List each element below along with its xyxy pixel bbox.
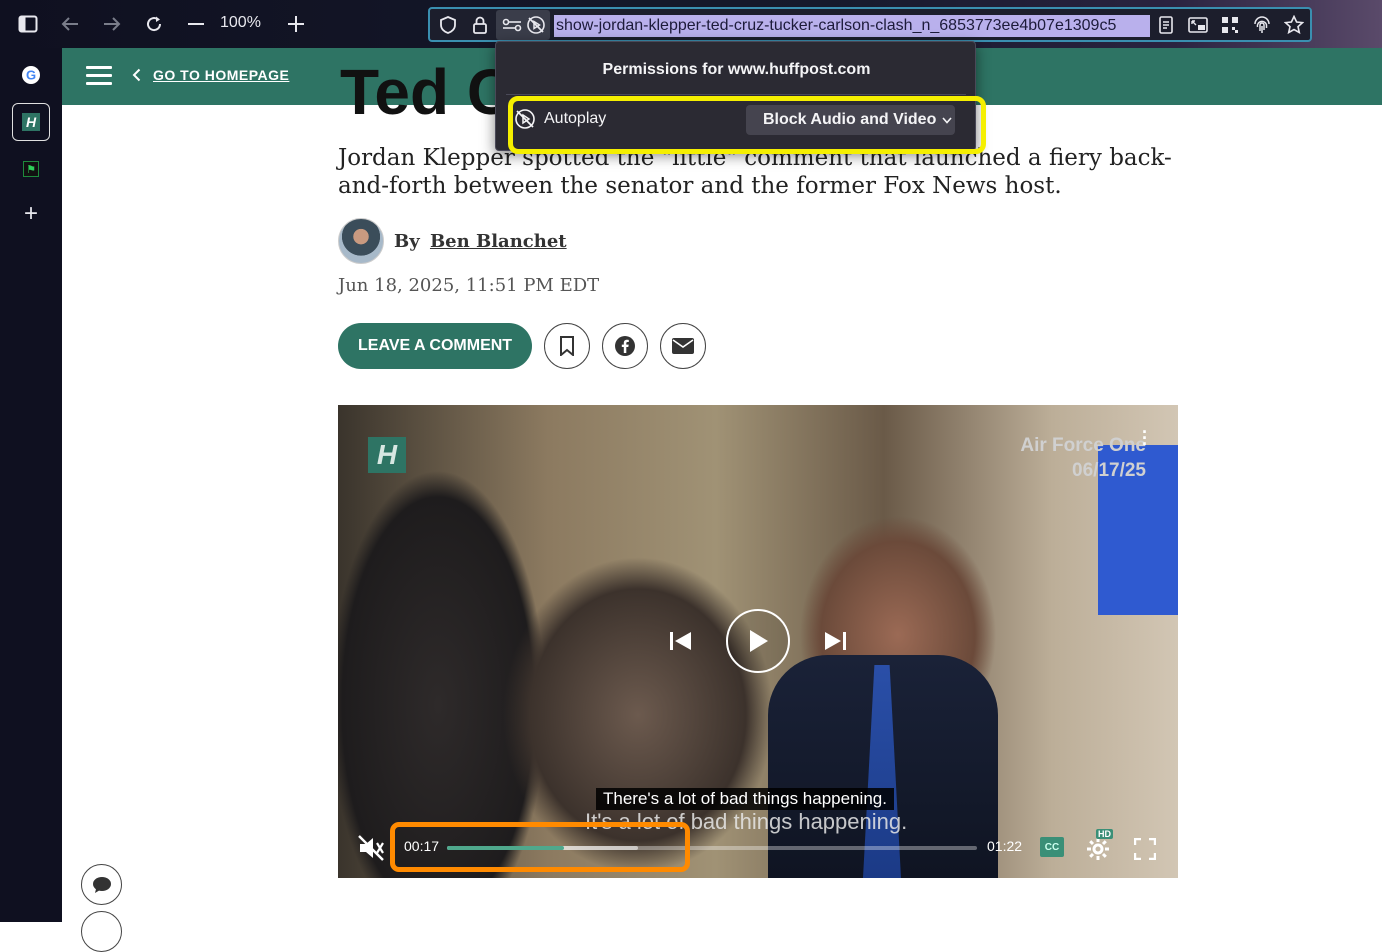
floating-comment-button[interactable] [81, 864, 122, 905]
bookmark-icon [560, 336, 575, 356]
qr-icon[interactable] [1216, 11, 1244, 39]
facebook-icon [615, 336, 636, 356]
autoplay-blocked-icon [522, 11, 550, 39]
zoom-out-icon[interactable] [182, 10, 210, 38]
playback-controls [668, 609, 848, 673]
back-icon[interactable] [56, 10, 84, 38]
permissions-title: Permissions for www.huffpost.com [602, 61, 871, 78]
author-link[interactable]: Ben Blanchet [430, 231, 567, 252]
previous-track-icon[interactable] [668, 630, 694, 652]
flag-app-icon[interactable]: ⚑ [12, 150, 50, 188]
google-tab-icon[interactable]: G [12, 56, 50, 94]
menu-icon[interactable] [86, 66, 112, 86]
play-button[interactable] [726, 609, 790, 673]
shield-icon[interactable] [434, 11, 462, 39]
zoom-in-icon[interactable] [282, 10, 310, 38]
url-bar[interactable]: show-jordan-klepper-ted-cruz-tucker-carl… [428, 7, 1312, 42]
video-location-line2: 06/17/25 [1072, 460, 1146, 481]
reader-view-icon[interactable] [1152, 11, 1180, 39]
play-icon [750, 630, 768, 652]
browser-sidebar: G H ⚑ + [0, 48, 62, 922]
bookmark-button[interactable] [544, 323, 591, 369]
autoplay-highlight [508, 96, 986, 154]
permissions-chip[interactable] [496, 10, 550, 40]
url-text[interactable]: show-jordan-klepper-ted-cruz-tucker-carl… [554, 15, 1150, 37]
email-share-button[interactable] [660, 323, 707, 369]
flag-glyph: ⚑ [23, 161, 39, 177]
lock-icon[interactable] [466, 11, 494, 39]
settings-gear-icon[interactable] [1086, 837, 1110, 861]
muted-speaker-icon[interactable] [356, 833, 386, 863]
chevron-left-icon [132, 68, 141, 82]
article-headline: Ted C [340, 56, 514, 128]
speech-bubble-icon [92, 876, 111, 893]
add-panel-icon[interactable]: + [12, 195, 50, 233]
hd-badge: HD [1096, 829, 1113, 839]
fullscreen-icon[interactable] [1134, 838, 1156, 860]
publish-date: Jun 18, 2025, 11:51 PM EDT [338, 275, 600, 296]
next-track-icon[interactable] [822, 630, 848, 652]
author-row: By Ben Blanchet [338, 217, 567, 265]
floating-secondary-button[interactable] [81, 911, 122, 952]
permissions-divider [506, 94, 966, 95]
huffpost-logo: H [22, 113, 40, 131]
home-link-label: GO TO HOMEPAGE [153, 67, 290, 83]
avatar [338, 218, 384, 264]
video-more-icon[interactable]: · · · [1142, 423, 1148, 453]
bookmark-star-icon[interactable] [1280, 11, 1308, 39]
svg-text:G: G [26, 68, 36, 83]
go-to-homepage-link[interactable]: GO TO HOMEPAGE [132, 67, 289, 83]
video-location-overlay: Air Force One 06/17/25 [1020, 433, 1146, 483]
video-player[interactable]: H Air Force One 06/17/25 · · · It's a lot … [338, 405, 1178, 878]
picture-in-picture-icon[interactable] [1184, 11, 1212, 39]
byline-prefix: By [394, 230, 420, 252]
video-logo: H [368, 437, 406, 473]
reload-icon[interactable] [140, 10, 168, 38]
total-time: 01:22 [987, 838, 1023, 854]
fingerprint-icon[interactable] [1248, 11, 1276, 39]
zoom-level[interactable]: 100% [220, 14, 261, 32]
video-location-line1: Air Force One [1020, 435, 1146, 456]
closed-captions-button[interactable]: CC [1040, 837, 1064, 857]
article-actions: LEAVE A COMMENT [338, 323, 707, 369]
leave-comment-button[interactable]: LEAVE A COMMENT [338, 323, 533, 369]
progress-highlight [390, 822, 690, 872]
forward-icon[interactable] [98, 10, 126, 38]
facebook-share-button[interactable] [602, 323, 649, 369]
huffpost-tab-icon[interactable]: H [12, 103, 50, 141]
byline: By Ben Blanchet [394, 231, 567, 252]
sidebar-toggle-icon[interactable] [14, 10, 42, 38]
closed-caption: There's a lot of bad things happening. [596, 788, 894, 810]
email-icon [672, 338, 695, 354]
